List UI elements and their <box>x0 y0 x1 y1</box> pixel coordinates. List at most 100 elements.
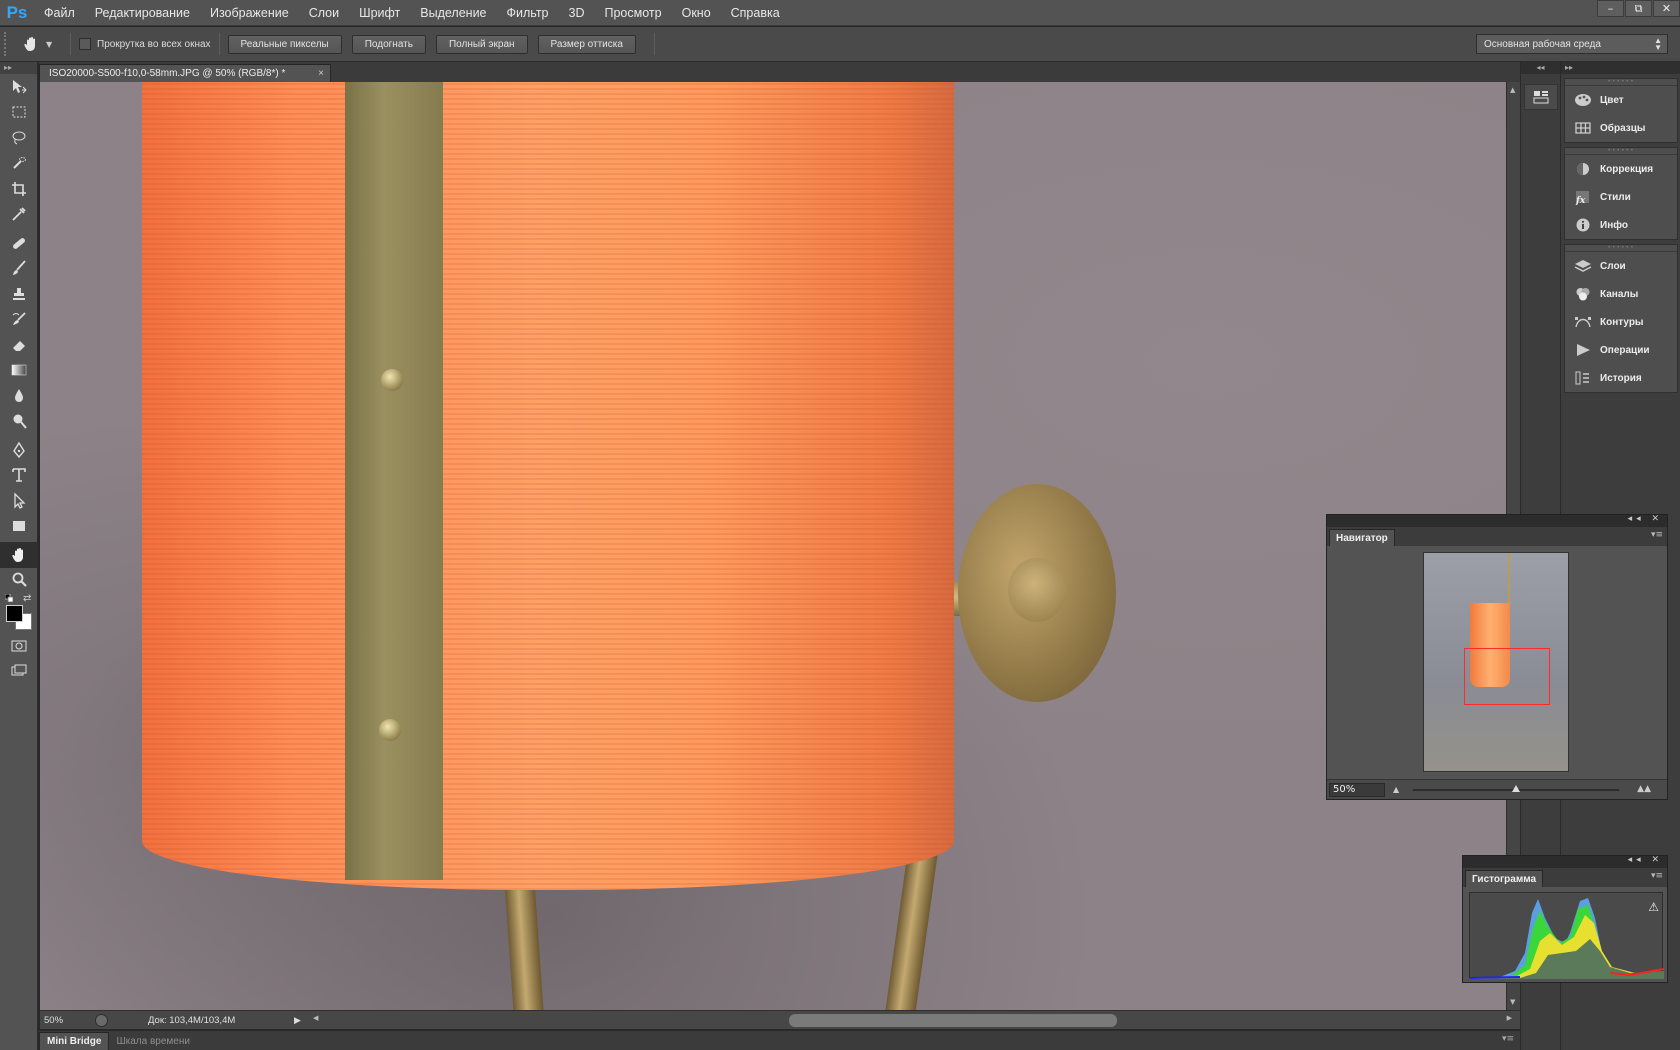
type-tool[interactable] <box>0 463 38 489</box>
zoom-tool[interactable] <box>0 568 38 594</box>
menu-image[interactable]: Изображение <box>200 0 299 26</box>
navigator-view-box[interactable] <box>1464 648 1550 705</box>
panel-grip[interactable]: •••••• <box>1565 148 1677 155</box>
tab-navigator[interactable]: Навигатор <box>1329 529 1395 546</box>
panel-actions[interactable]: Операции <box>1565 336 1677 364</box>
collapse-close-icon[interactable]: ◂◂ ✕ <box>1628 514 1663 524</box>
panel-color[interactable]: Цвет <box>1565 86 1677 114</box>
tab-mini-bridge[interactable]: Mini Bridge <box>39 1032 110 1050</box>
panel-menu-icon[interactable]: ▾≡ <box>1502 1034 1514 1044</box>
menu-3d[interactable]: 3D <box>559 0 595 26</box>
cache-warning-icon[interactable]: ⚠ <box>1648 900 1659 914</box>
clone-stamp-tool[interactable] <box>0 281 38 307</box>
crop-tool[interactable] <box>0 176 38 202</box>
histogram-plot <box>1469 898 1665 979</box>
tab-histogram[interactable]: Гистограмма <box>1465 870 1544 887</box>
collapse-close-icon[interactable]: ◂◂ ✕ <box>1628 855 1663 865</box>
quick-mask-button[interactable] <box>0 633 38 659</box>
scroll-all-windows-option[interactable]: Прокрутка во всех окнах <box>79 38 211 50</box>
histogram-titlebar[interactable]: ◂◂ ✕ <box>1463 855 1667 868</box>
collapse-strip-icon[interactable]: ◂◂ <box>1521 62 1560 74</box>
move-tool[interactable] <box>0 74 38 100</box>
panel-info[interactable]: Инфо <box>1565 211 1677 239</box>
restore-button[interactable]: ⧉ <box>1625 0 1652 17</box>
workspace-switcher[interactable]: Основная рабочая среда ▲ ▼ <box>1476 34 1668 54</box>
arrow-cursor-icon <box>14 492 26 509</box>
menu-window[interactable]: Окно <box>672 0 721 26</box>
menu-layer[interactable]: Слои <box>299 0 349 26</box>
screen-mode-button[interactable] <box>0 659 38 685</box>
zoom-out-icon[interactable]: ▲ <box>1393 785 1399 794</box>
lasso-tool[interactable] <box>0 125 38 151</box>
hand-tool[interactable] <box>0 542 38 568</box>
menu-help[interactable]: Справка <box>721 0 790 26</box>
zoom-level[interactable]: 50% <box>40 1015 90 1026</box>
scroll-down-icon[interactable]: ▼ <box>1510 998 1515 1006</box>
menu-edit[interactable]: Редактирование <box>85 0 200 26</box>
pen-tool[interactable] <box>0 437 38 463</box>
panel-menu-icon[interactable]: ▾≡ <box>1651 871 1663 881</box>
panel-layers[interactable]: Слои <box>1565 252 1677 280</box>
tools-collapse-icon[interactable]: ▸▸ <box>0 62 37 74</box>
image-canvas[interactable] <box>40 82 1506 1010</box>
blur-tool[interactable] <box>0 383 38 409</box>
quick-selection-tool[interactable] <box>0 151 38 177</box>
scroll-up-icon[interactable]: ▲ <box>1510 86 1515 94</box>
history-brush-tool[interactable] <box>0 307 38 333</box>
panel-swatches[interactable]: Образцы <box>1565 114 1677 142</box>
panel-styles[interactable]: fx Стили <box>1565 183 1677 211</box>
navigator-thumbnail[interactable] <box>1423 552 1569 772</box>
horizontal-scroll-thumb[interactable] <box>789 1013 1117 1027</box>
menu-view[interactable]: Просмотр <box>595 0 672 26</box>
path-selection-tool[interactable] <box>0 488 38 514</box>
navigator-zoom-field[interactable]: 50% <box>1329 783 1385 797</box>
menu-file[interactable]: Файл <box>34 0 85 26</box>
status-menu-arrow-icon[interactable]: ▶ <box>294 1015 305 1026</box>
scroll-right-icon[interactable]: ▶ <box>1507 1014 1512 1022</box>
type-icon <box>12 468 26 483</box>
photoshop-logo[interactable]: Ps <box>0 0 34 26</box>
options-grip[interactable] <box>4 32 12 56</box>
zoom-in-icon[interactable]: ▲▲ <box>1637 784 1651 794</box>
expand-dock-icon[interactable]: ▸▸ <box>1561 62 1680 74</box>
marquee-tool[interactable] <box>0 100 38 126</box>
dodge-tool[interactable] <box>0 409 38 435</box>
tab-timeline[interactable]: Шкала времени <box>109 1032 196 1050</box>
panel-history[interactable]: История <box>1565 364 1677 392</box>
default-colors-icon[interactable] <box>5 594 13 602</box>
close-window-button[interactable]: ✕ <box>1653 0 1680 17</box>
foreground-color[interactable] <box>6 605 23 622</box>
healing-brush-tool[interactable] <box>0 230 38 256</box>
panel-adjustments[interactable]: Коррекция <box>1565 155 1677 183</box>
horizontal-scrollbar[interactable]: ◀ ▶ <box>313 1013 1512 1027</box>
minimize-button[interactable]: – <box>1597 0 1624 17</box>
scroll-left-icon[interactable]: ◀ <box>313 1014 318 1022</box>
brush-tool[interactable] <box>0 256 38 282</box>
panel-channels[interactable]: Каналы <box>1565 280 1677 308</box>
fill-screen-button[interactable]: Полный экран <box>435 34 528 54</box>
eyedropper-tool[interactable] <box>0 202 38 228</box>
menu-select[interactable]: Выделение <box>410 0 496 26</box>
close-icon[interactable]: × <box>318 68 324 79</box>
swap-colors-icon[interactable]: ⇄ <box>23 593 31 604</box>
panel-grip[interactable]: •••••• <box>1565 79 1677 86</box>
navigator-zoom-slider[interactable] <box>1413 785 1619 792</box>
navigator-titlebar[interactable]: ◂◂ ✕ <box>1327 514 1667 527</box>
actual-pixels-button[interactable]: Реальные пикселы <box>227 34 342 54</box>
scroll-all-windows-checkbox[interactable] <box>79 38 91 50</box>
gradient-tool[interactable] <box>0 358 38 384</box>
fit-screen-button[interactable]: Подогнать <box>351 34 426 54</box>
document-tab[interactable]: ISO20000-S500-f10,0-58mm.JPG @ 50% (RGB/… <box>39 64 331 82</box>
rectangle-tool[interactable] <box>0 514 38 540</box>
tool-preset-picker[interactable]: ▼ <box>22 35 62 53</box>
print-size-button[interactable]: Размер оттиска <box>537 34 636 54</box>
menu-filter[interactable]: Фильтр <box>497 0 559 26</box>
panel-grip[interactable]: •••••• <box>1565 245 1677 252</box>
navigator-panel-button[interactable] <box>1523 84 1558 110</box>
eraser-tool[interactable] <box>0 332 38 358</box>
panel-paths[interactable]: Контуры <box>1565 308 1677 336</box>
navigator-slider-knob[interactable] <box>1512 785 1520 792</box>
panel-menu-icon[interactable]: ▾≡ <box>1651 530 1663 540</box>
menu-type[interactable]: Шрифт <box>349 0 410 26</box>
status-info-icon[interactable] <box>95 1013 108 1027</box>
